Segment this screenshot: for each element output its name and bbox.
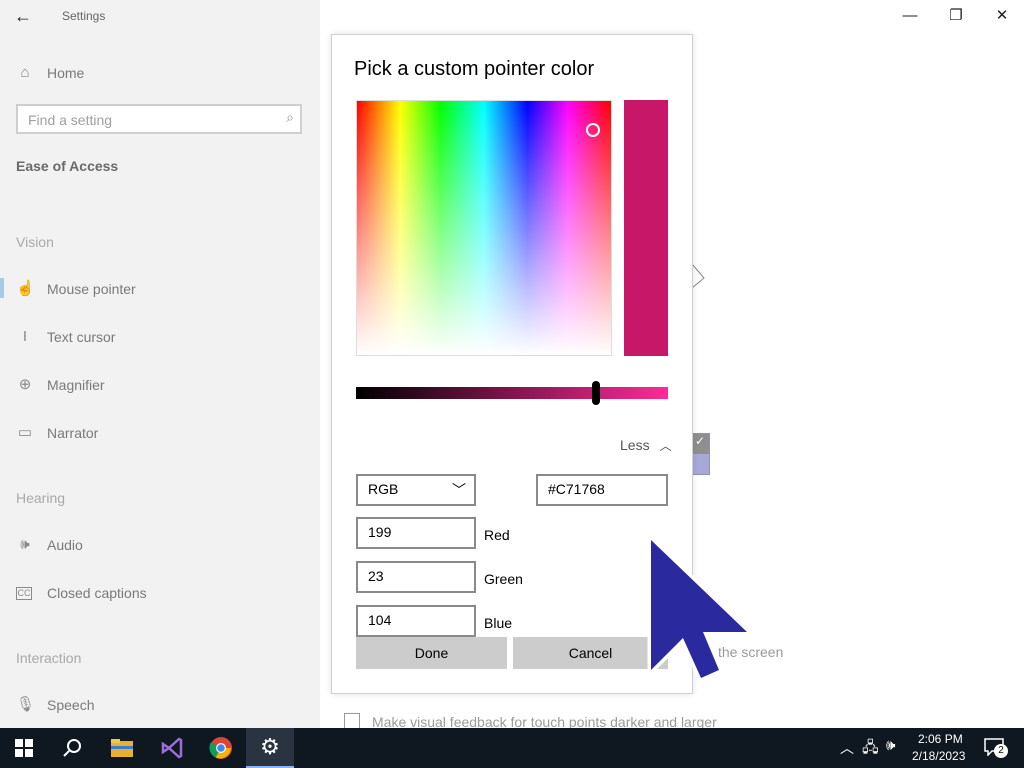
- hex-value: #C71768: [548, 481, 605, 497]
- clock-time[interactable]: 2:06 PM: [918, 732, 963, 746]
- blue-value: 104: [368, 612, 392, 628]
- search-input[interactable]: Find a setting ⌕: [16, 104, 302, 134]
- category-title: Ease of Access: [16, 158, 119, 174]
- section-header-vision: Vision: [16, 234, 54, 250]
- done-button[interactable]: Done: [356, 637, 507, 669]
- less-label: Less: [620, 437, 650, 453]
- brightness-slider[interactable]: [356, 381, 668, 405]
- text-cursor-icon: I: [22, 328, 28, 345]
- audio-icon: 🕪: [20, 536, 30, 553]
- settings-gear-icon[interactable]: ⚙: [246, 728, 294, 768]
- home-icon: ⌂: [20, 64, 30, 81]
- restore-icon[interactable]: ❐: [944, 6, 968, 26]
- volume-icon[interactable]: 🕪: [886, 737, 895, 754]
- show-hidden-icons-chevron[interactable]: ︿: [840, 738, 854, 758]
- visual-studio-icon[interactable]: [148, 728, 196, 768]
- color-spectrum[interactable]: [356, 100, 612, 356]
- sidebar-item-speech[interactable]: Speech: [47, 697, 94, 713]
- clock-date[interactable]: 2/18/2023: [912, 749, 965, 763]
- microphone-icon: 🎙: [16, 696, 36, 713]
- notification-badge: 2: [994, 744, 1008, 758]
- color-mode-value: RGB: [368, 481, 399, 497]
- close-icon[interactable]: ✕: [990, 6, 1014, 26]
- red-label: Red: [484, 527, 510, 543]
- checkmark-icon: ✓: [691, 434, 709, 454]
- sidebar-item-narrator[interactable]: Narrator: [47, 425, 98, 441]
- color-preview: [624, 100, 668, 356]
- network-icon[interactable]: 🖧: [862, 737, 879, 762]
- search-icon[interactable]: [48, 728, 96, 768]
- section-header-interaction: Interaction: [16, 650, 82, 666]
- blue-input[interactable]: 104: [356, 605, 476, 637]
- chrome-icon[interactable]: [197, 728, 245, 768]
- blue-label: Blue: [484, 615, 513, 631]
- green-input[interactable]: 23: [356, 561, 476, 593]
- sidebar-item-magnifier[interactable]: Magnifier: [47, 377, 105, 393]
- mouse-pointer-icon: ☝: [16, 280, 35, 297]
- sidebar-item-closed-captions[interactable]: Closed captions: [47, 585, 147, 601]
- color-mode-dropdown[interactable]: RGB ﹀: [356, 474, 476, 506]
- touch-feedback-checkbox[interactable]: [344, 713, 360, 729]
- closed-captions-icon: CC: [16, 587, 32, 600]
- sidebar-item-audio[interactable]: Audio: [47, 537, 83, 553]
- chevron-down-icon: ﹀: [452, 482, 466, 498]
- notification-icon[interactable]: 2: [984, 738, 1008, 758]
- windows-start-icon[interactable]: [0, 728, 48, 768]
- settings-sidebar: ← Settings ⌂ Home Find a setting ⌕ Ease …: [0, 0, 320, 728]
- minimize-icon[interactable]: —: [898, 6, 922, 26]
- hex-input[interactable]: #C71768: [536, 474, 668, 506]
- color-picker-dialog: Pick a custom pointer color Less ︿ RGB ﹀…: [331, 34, 693, 694]
- red-value: 199: [368, 524, 392, 540]
- narrator-icon: ▭: [17, 424, 33, 441]
- magnifier-icon: ⊕: [18, 376, 32, 393]
- section-header-hearing: Hearing: [16, 490, 66, 506]
- large-pointer-cursor: [643, 534, 753, 684]
- sidebar-item-home[interactable]: Home: [47, 65, 84, 81]
- green-value: 23: [368, 568, 384, 584]
- window-title: Settings: [62, 9, 106, 23]
- sidebar-item-text-cursor[interactable]: Text cursor: [47, 329, 115, 345]
- less-toggle[interactable]: Less ︿: [620, 437, 671, 454]
- sidebar-item-mouse-pointer[interactable]: Mouse pointer: [47, 281, 136, 297]
- selected-indicator: [0, 278, 4, 298]
- search-placeholder: Find a setting: [28, 112, 113, 128]
- green-label: Green: [484, 571, 523, 587]
- brightness-thumb[interactable]: [592, 381, 600, 405]
- taskbar: ⚙ ︿ 🖧 🕪 2:06 PM 2/18/2023 2: [0, 728, 1024, 768]
- file-explorer-icon[interactable]: [98, 728, 146, 768]
- chevron-up-icon: ︿: [659, 439, 672, 453]
- search-icon: ⌕: [286, 109, 294, 125]
- spectrum-selector[interactable]: [586, 123, 600, 137]
- back-arrow-icon[interactable]: ←: [14, 6, 34, 26]
- color-swatch-selected[interactable]: ✓: [690, 433, 710, 475]
- dialog-title: Pick a custom pointer color: [354, 58, 595, 80]
- red-input[interactable]: 199: [356, 517, 476, 549]
